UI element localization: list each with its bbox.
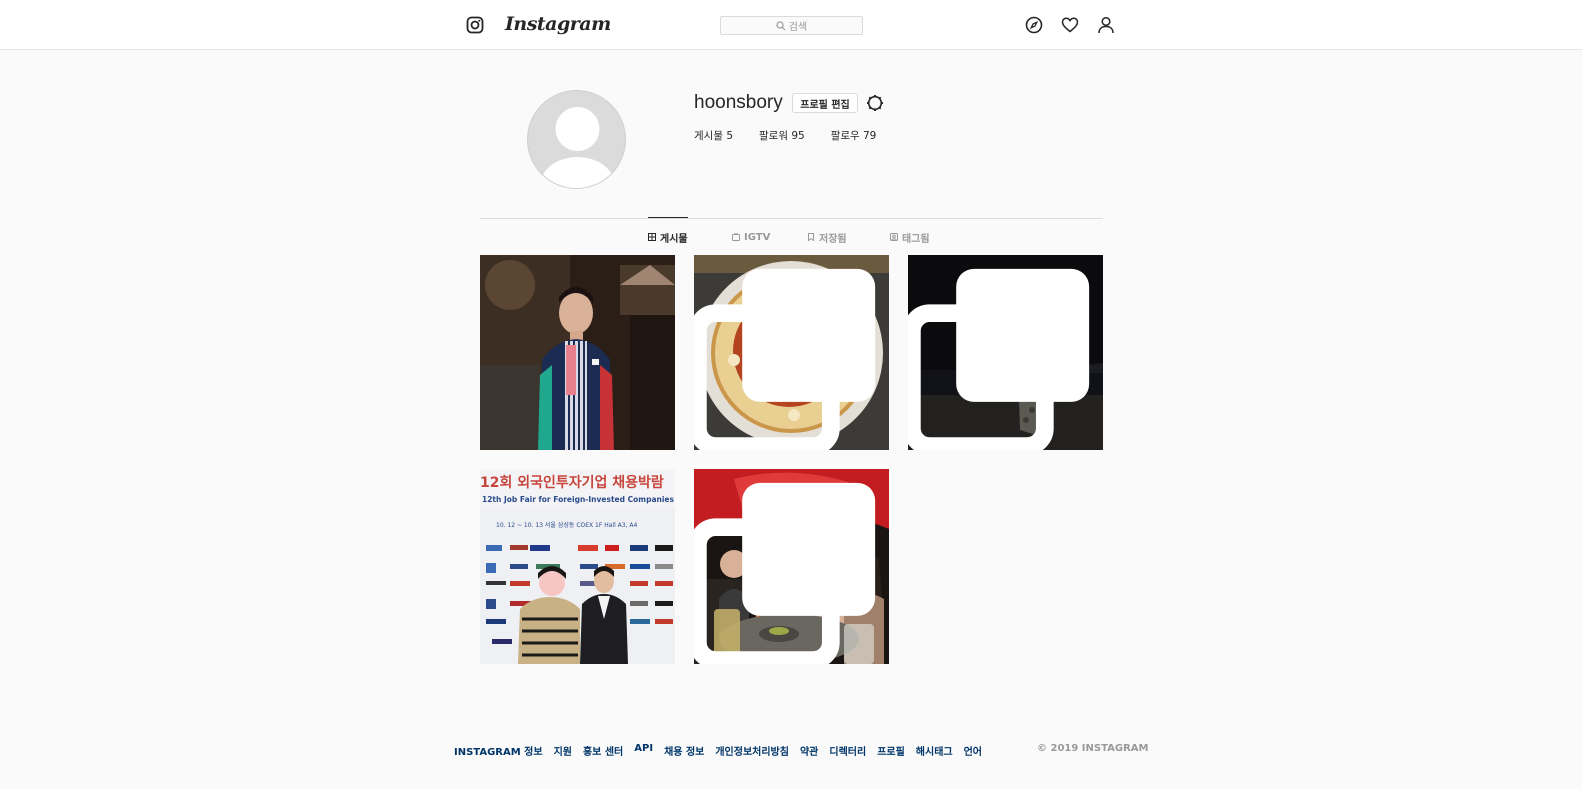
job-fair-photo: 12회 외국인투자기업 채용박람 12th Job Fair for Forei… (480, 469, 675, 664)
footer-link-api[interactable]: API (634, 743, 653, 758)
profile-stats: 게시물 5 팔로워 95 팔로우 79 (694, 128, 902, 143)
footer-link-privacy[interactable]: 개인정보처리방침 (715, 743, 789, 758)
tab-igtv-label: IGTV (744, 231, 771, 243)
followers-count[interactable]: 팔로워 95 (759, 128, 805, 143)
post-thumbnail-food[interactable] (694, 255, 889, 450)
tab-igtv[interactable]: IGTV (732, 227, 770, 247)
top-navigation-bar: Instagram 검색 (0, 0, 1582, 50)
following-count[interactable]: 팔로우 79 (831, 128, 877, 143)
footer-link-language[interactable]: 언어 (964, 743, 982, 758)
tab-tagged[interactable]: 태그됨 (890, 227, 930, 247)
banner-dates-text: 10. 12 ~ 10. 13 서울 삼성동 COEX 1F Hall A3, … (496, 521, 637, 529)
footer-link-support[interactable]: 지원 (554, 743, 572, 758)
tab-saved-label: 저장됨 (819, 233, 847, 245)
explore-compass-icon[interactable] (1025, 16, 1043, 34)
tagged-user-icon (890, 233, 898, 241)
banner-title-text: 12회 외국인투자기업 채용박람 (480, 474, 664, 491)
post-thumbnail-portrait[interactable] (480, 255, 675, 450)
settings-gear-icon[interactable] (866, 94, 884, 112)
user-icon[interactable] (1097, 16, 1115, 34)
banner-subtitle-text: 12th Job Fair for Foreign-Invested Compa… (482, 495, 675, 504)
footer-links: INSTAGRAM 정보 지원 홍보 센터 API 채용 정보 개인정보처리방침… (454, 743, 982, 758)
footer-link-about[interactable]: INSTAGRAM 정보 (454, 743, 543, 758)
multiple-photos-icon (694, 268, 876, 450)
search-input[interactable]: 검색 (720, 16, 863, 35)
edit-profile-button[interactable]: 프로필 편집 (792, 93, 858, 113)
post-thumbnail-night-beach[interactable] (908, 255, 1103, 450)
post-thumbnail-friends[interactable] (694, 469, 889, 664)
posts-count: 게시물 5 (694, 130, 733, 142)
search-icon (776, 20, 786, 30)
profile-avatar[interactable] (527, 90, 626, 189)
footer-link-terms[interactable]: 약관 (800, 743, 818, 758)
instagram-wordmark-logo[interactable]: Instagram (505, 13, 611, 35)
footer-link-directory[interactable]: 디렉터리 (829, 743, 866, 758)
footer-link-press[interactable]: 홍보 센터 (583, 743, 623, 758)
bookmark-icon (808, 233, 814, 241)
post-thumbnail-job-fair[interactable]: 12회 외국인투자기업 채용박람 12th Job Fair for Forei… (480, 469, 675, 664)
tab-posts[interactable]: 게시물 (648, 217, 688, 247)
portrait-photo (480, 255, 675, 450)
igtv-icon (732, 233, 740, 241)
footer-link-jobs[interactable]: 채용 정보 (664, 743, 704, 758)
grid-icon (648, 233, 656, 241)
instagram-glyph-icon[interactable] (466, 16, 484, 34)
search-placeholder: 검색 (788, 22, 808, 33)
tab-tagged-label: 태그됨 (902, 233, 930, 245)
tab-saved[interactable]: 저장됨 (807, 227, 847, 247)
multiple-photos-icon (908, 268, 1090, 450)
footer-link-hashtags[interactable]: 해시태그 (916, 743, 953, 758)
footer-copyright: © 2019 INSTAGRAM (1037, 743, 1149, 754)
default-avatar-icon (539, 107, 616, 188)
heart-icon[interactable] (1061, 16, 1079, 34)
tab-posts-label: 게시물 (660, 233, 688, 245)
multiple-photos-icon (694, 482, 876, 664)
footer-link-profiles[interactable]: 프로필 (877, 743, 905, 758)
tab-divider (480, 218, 1103, 219)
profile-username: hoonsbory (694, 92, 783, 113)
